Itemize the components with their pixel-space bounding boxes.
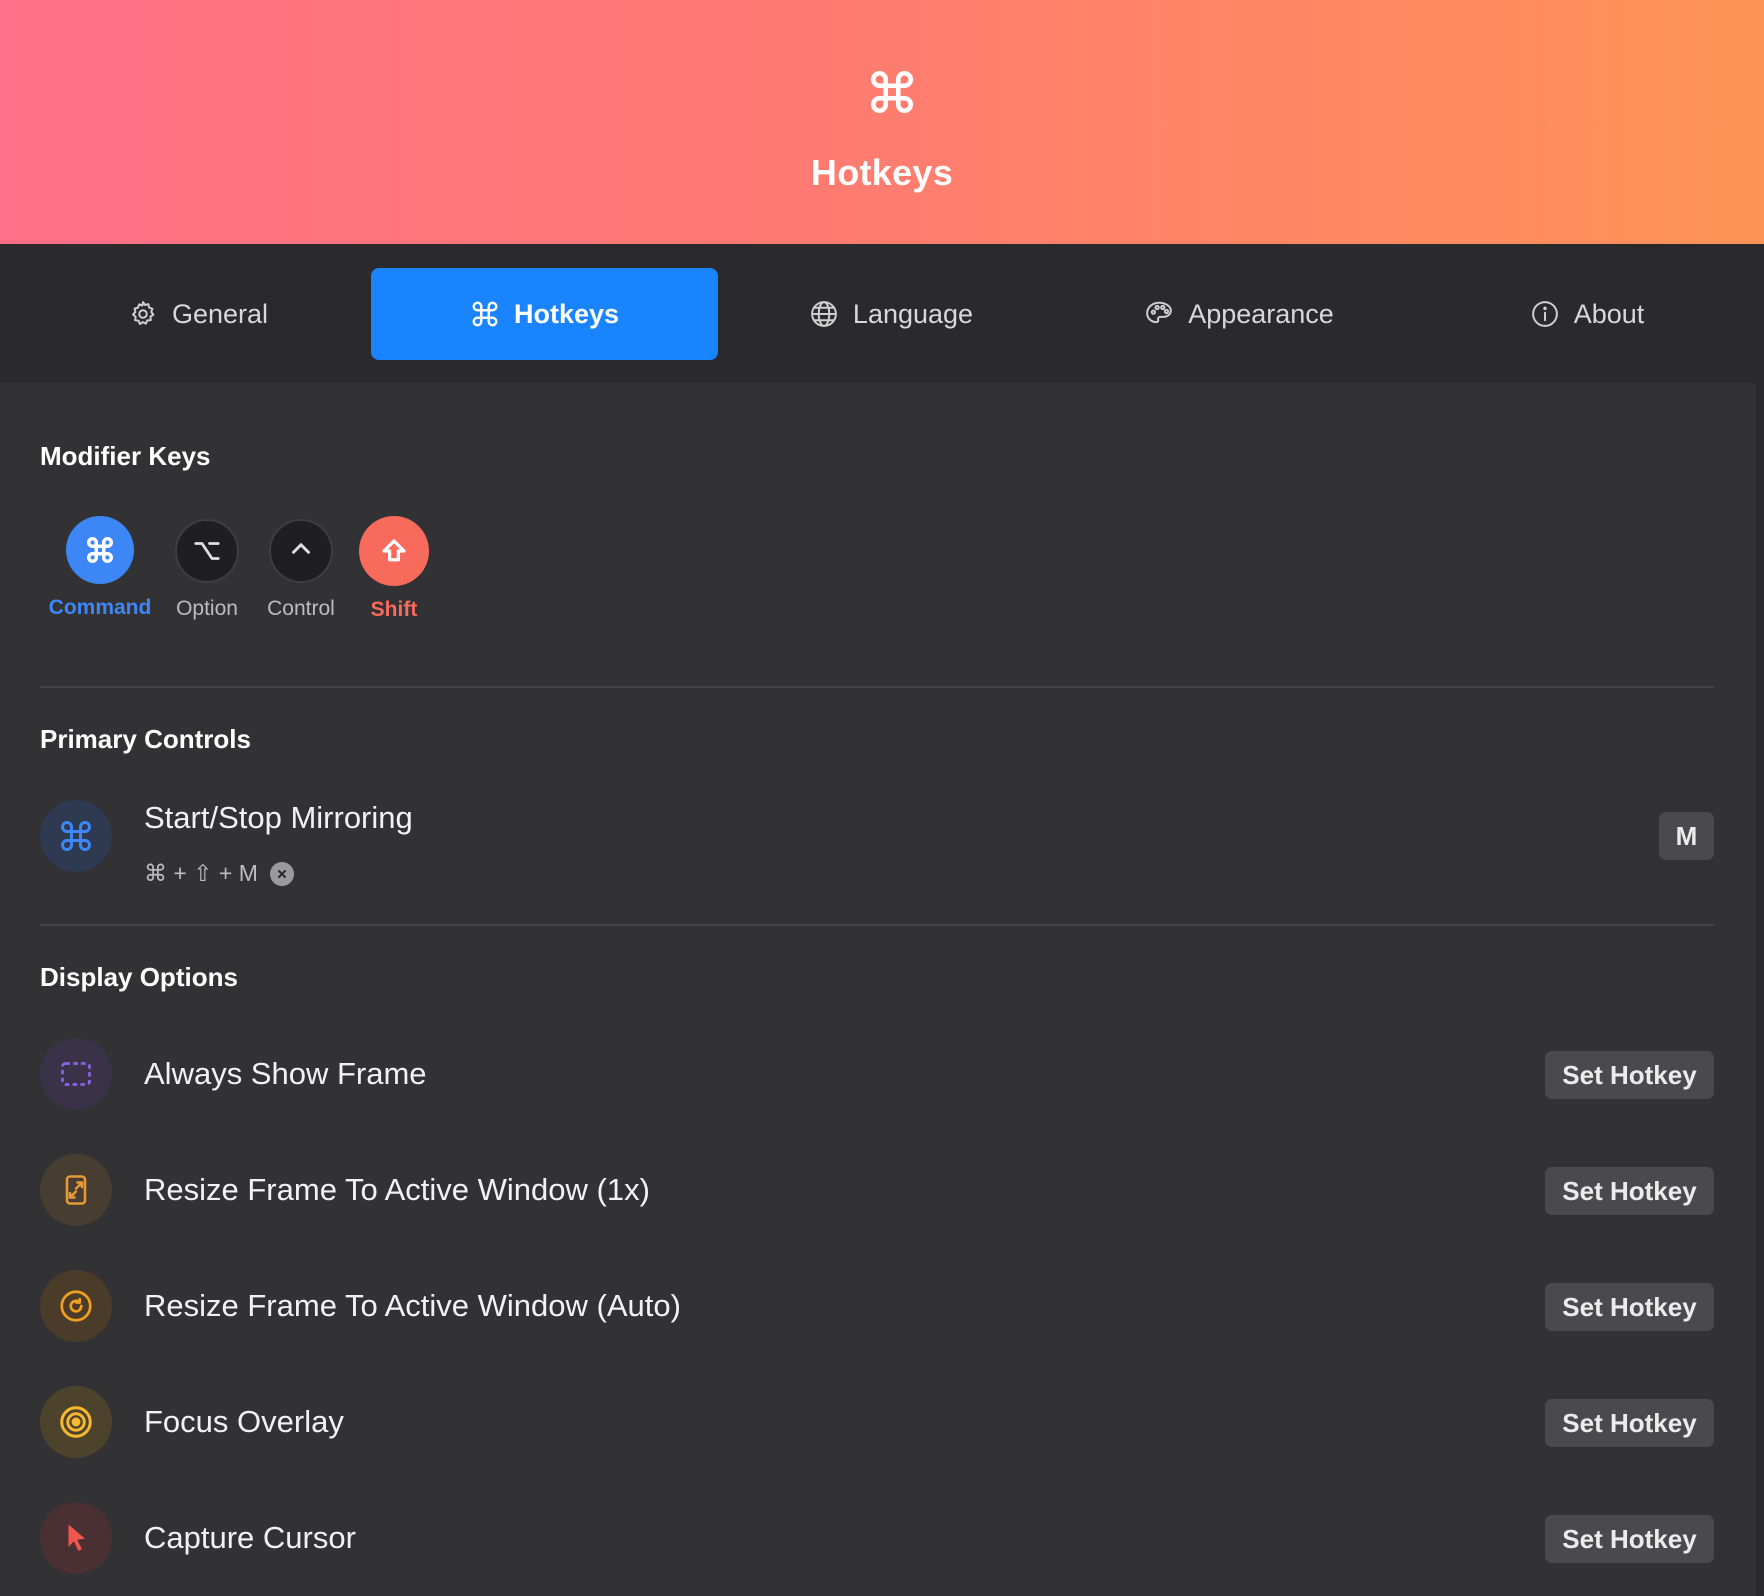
command-icon xyxy=(61,821,91,851)
shortcut-text: ⌘ + ⇧ + M xyxy=(144,860,258,886)
tab-label: Language xyxy=(852,298,974,329)
resize-frame-auto-icon-badge xyxy=(40,1270,112,1342)
info-icon xyxy=(1531,301,1558,327)
hotkey-title: Always Show Frame xyxy=(144,1056,427,1091)
hotkey-title: Capture Cursor xyxy=(144,1520,356,1555)
gear-icon xyxy=(131,301,155,325)
palette-icon xyxy=(1146,301,1173,324)
target-icon xyxy=(60,1406,92,1438)
hotkey-shortcut: ⌘ + ⇧ + M xyxy=(144,860,294,887)
hotkey-key-button[interactable]: M xyxy=(1659,812,1714,860)
tab-language[interactable]: Language xyxy=(726,268,1056,360)
resize-window-icon xyxy=(65,1175,87,1205)
set-hotkey-button[interactable]: Set Hotkey xyxy=(1545,1051,1714,1099)
capture-cursor-icon-badge xyxy=(40,1502,112,1574)
modifier-option-circle xyxy=(175,519,239,583)
tab-hotkeys[interactable]: Hotkeys xyxy=(371,268,718,360)
set-hotkey-button[interactable]: Set Hotkey xyxy=(1545,1515,1714,1563)
close-icon xyxy=(277,869,286,878)
set-hotkey-button[interactable]: Set Hotkey xyxy=(1545,1167,1714,1215)
section-title-display-options: Display Options xyxy=(40,962,238,992)
resize-frame-1x-icon-badge xyxy=(40,1154,112,1226)
tab-appearance[interactable]: Appearance xyxy=(1074,268,1404,360)
hotkey-title: Start/Stop Mirroring xyxy=(144,800,413,835)
hotkey-title: Focus Overlay xyxy=(144,1404,344,1439)
tab-label: Appearance xyxy=(1188,298,1334,329)
section-title-modifier-keys: Modifier Keys xyxy=(40,441,211,471)
focus-overlay-icon-badge xyxy=(40,1386,112,1458)
tab-bar: General Hotkeys Language Appearance Abou… xyxy=(0,244,1764,383)
tab-general[interactable]: General xyxy=(33,268,363,360)
cursor-icon xyxy=(68,1524,85,1551)
auto-refresh-icon xyxy=(60,1290,92,1322)
shift-key-icon xyxy=(382,539,406,562)
section-title-primary-controls: Primary Controls xyxy=(40,724,251,754)
modifier-shift[interactable]: Shift xyxy=(339,516,449,622)
tab-label: About xyxy=(1573,298,1645,329)
hotkey-title: Resize Frame To Active Window (Auto) xyxy=(144,1288,681,1323)
always-show-frame-icon-badge xyxy=(40,1038,112,1110)
set-hotkey-button[interactable]: Set Hotkey xyxy=(1545,1399,1714,1447)
set-hotkey-button[interactable]: Set Hotkey xyxy=(1545,1283,1714,1331)
section-divider xyxy=(40,924,1714,926)
modifier-label: Shift xyxy=(370,598,418,621)
clear-shortcut-button[interactable] xyxy=(269,861,294,886)
dashed-frame-icon xyxy=(61,1062,91,1086)
modifier-shift-circle xyxy=(359,516,429,586)
modifier-label: Command xyxy=(48,596,152,619)
tab-label: General xyxy=(171,298,269,329)
hotkey-title: Resize Frame To Active Window (1x) xyxy=(144,1172,650,1207)
option-key-icon xyxy=(194,542,220,560)
globe-icon xyxy=(811,301,837,327)
scrollbar-track[interactable] xyxy=(1756,383,1764,1596)
modifier-command[interactable]: Command xyxy=(45,516,155,620)
command-icon xyxy=(870,70,914,114)
modifier-control-circle xyxy=(269,519,333,583)
section-divider xyxy=(40,686,1714,688)
modifier-command-circle xyxy=(66,516,134,584)
command-icon xyxy=(87,537,113,563)
command-icon xyxy=(472,301,498,327)
mirroring-icon-badge xyxy=(40,800,112,872)
header-banner: Hotkeys xyxy=(0,0,1764,244)
control-key-icon xyxy=(292,543,310,554)
tab-label: Hotkeys xyxy=(513,298,620,329)
page-title: Hotkeys xyxy=(810,152,954,193)
tab-about[interactable]: About xyxy=(1422,268,1752,360)
